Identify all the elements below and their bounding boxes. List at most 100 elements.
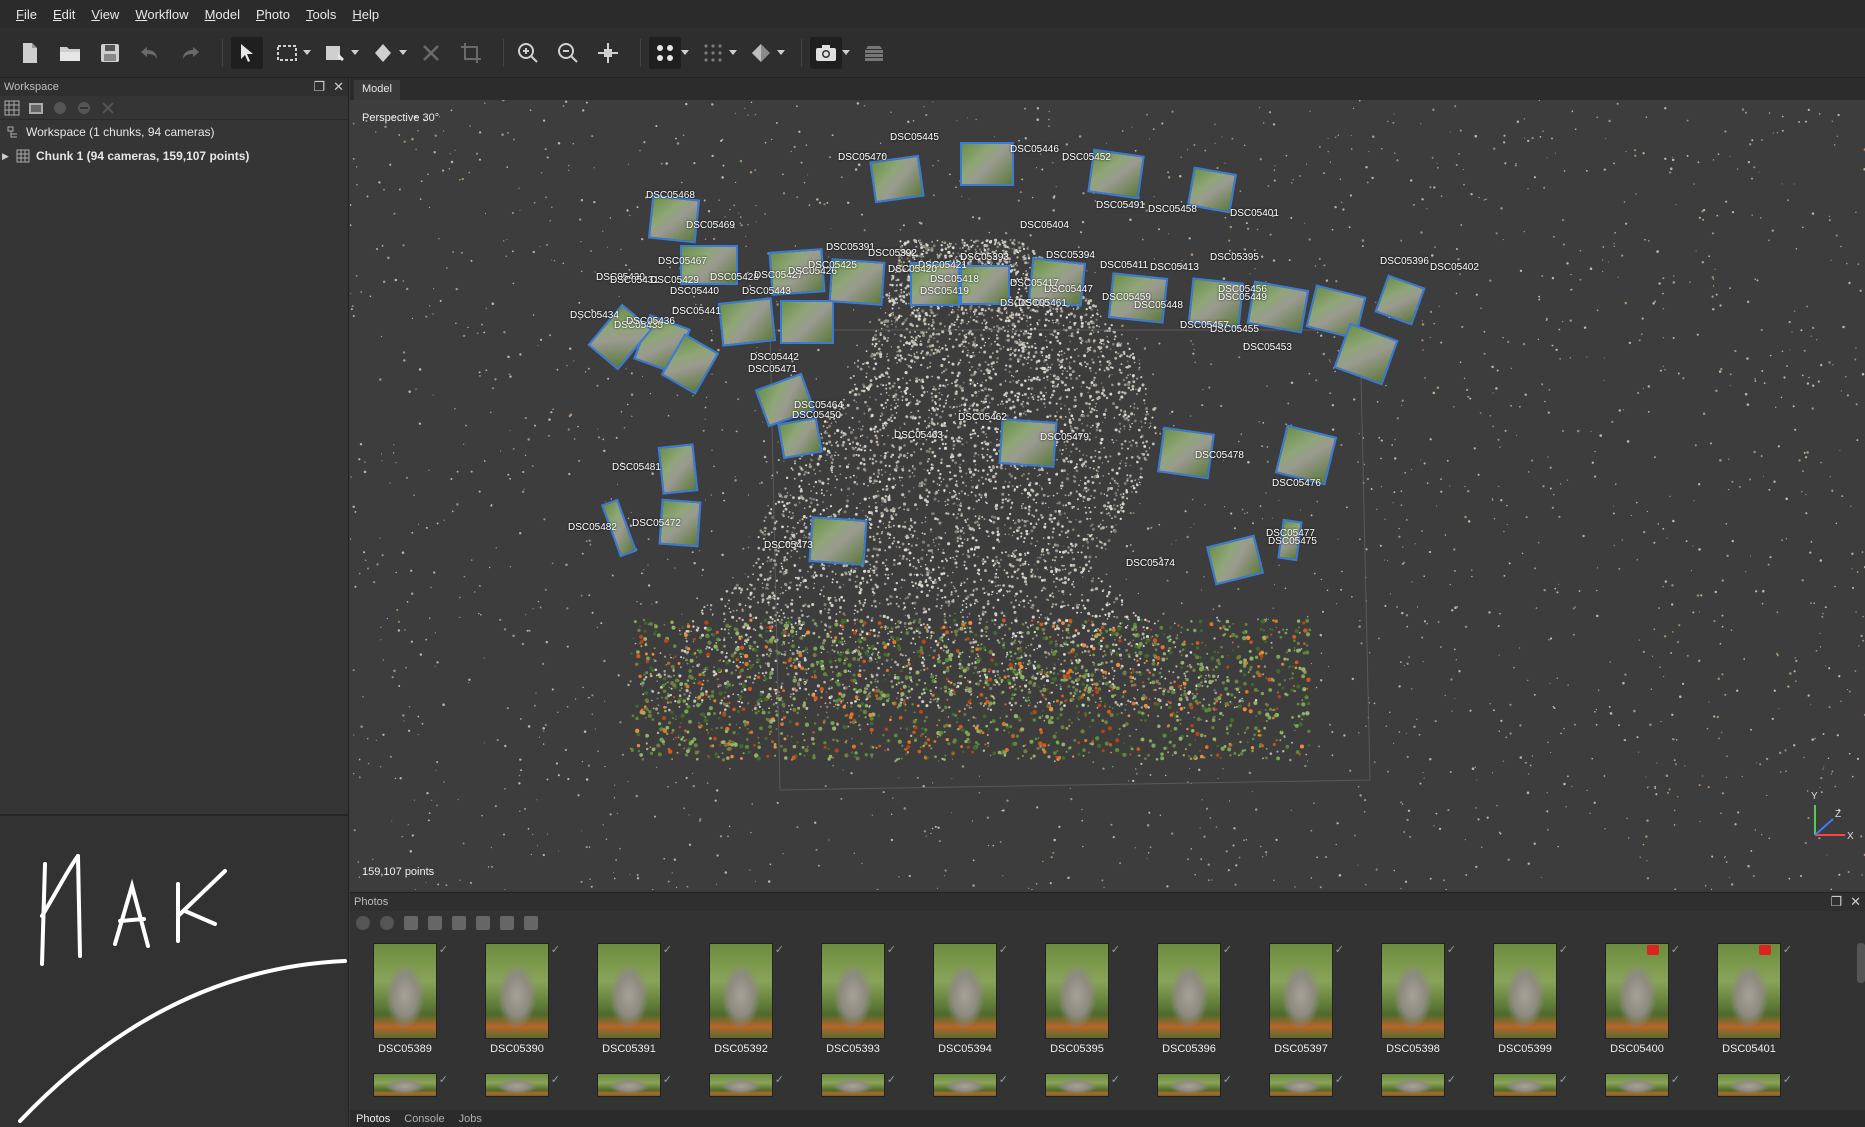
rotate-object-icon[interactable] [367,37,399,69]
camera-label[interactable]: DSC05482 [568,522,617,533]
camera-label[interactable]: DSC05462 [958,412,1007,423]
photo-thumbnail[interactable]: ✓ DSC05401 [1704,943,1794,1055]
menu-file[interactable]: File [16,7,37,22]
camera-label[interactable]: DSC05456 [1218,284,1267,295]
photo-thumbnail[interactable]: ✓ [808,1073,898,1097]
camera-label[interactable]: DSC05401 [1230,208,1279,219]
open-folder-icon[interactable] [54,37,86,69]
disable-icon[interactable] [76,100,92,116]
camera-label[interactable]: DSC05468 [646,190,695,201]
menu-edit[interactable]: Edit [53,7,75,22]
camera-label[interactable]: DSC05446 [1010,144,1059,155]
photo-thumbnail[interactable]: ✓ DSC05389 [360,943,450,1055]
photo-thumbnail[interactable]: ✓ [920,1073,1010,1097]
camera-label[interactable]: DSC05419 [920,286,969,297]
crop-icon[interactable] [455,37,487,69]
close-icon[interactable]: ✕ [1850,894,1861,910]
float-panel-icon[interactable]: ❐ [1830,894,1842,910]
camera-label[interactable]: DSC05404 [1020,220,1069,231]
photo-thumbnail[interactable]: ✓ [1144,1073,1234,1097]
camera-label[interactable]: DSC05425 [808,260,857,271]
select-arrow-icon[interactable] [231,36,263,69]
camera-label[interactable]: DSC05463 [894,430,943,441]
tab-console[interactable]: Console [404,1113,444,1125]
zoom-in-icon[interactable] [512,37,544,69]
camera-label[interactable]: DSC05471 [748,364,797,375]
camera-label[interactable]: DSC05450 [792,410,841,421]
zoom-out-icon[interactable] [552,37,584,69]
remove-icon[interactable] [100,100,116,116]
camera-frame[interactable] [777,416,823,460]
camera-label[interactable]: DSC05453 [1243,342,1292,353]
camera-label[interactable]: DSC05434 [570,310,619,321]
photo-thumbnail[interactable]: ✓ [1592,1073,1682,1097]
dense-cloud-dropdown[interactable] [729,37,737,69]
camera-label[interactable]: DSC05472 [632,518,681,529]
menu-tools[interactable]: Tools [306,7,336,22]
camera-dropdown[interactable] [842,37,850,69]
add-photos-icon[interactable] [28,100,44,116]
tiled-model-icon[interactable] [858,37,890,69]
rotate-right-icon[interactable] [452,916,466,930]
camera-label[interactable]: DSC05394 [1046,250,1095,261]
camera-label[interactable]: DSC05413 [1150,262,1199,273]
menu-view[interactable]: View [91,7,119,22]
photo-thumbnail[interactable]: ✓ DSC05393 [808,943,898,1055]
thumbnail-size-icon[interactable] [524,916,538,930]
redo-icon[interactable] [174,37,206,69]
camera-label[interactable]: DSC05418 [930,274,979,285]
camera-label[interactable]: DSC05402 [1430,262,1479,273]
photo-thumbnail[interactable]: ✓ [1032,1073,1122,1097]
photo-thumbnail[interactable]: ✓ DSC05394 [920,943,1010,1055]
delete-icon[interactable] [415,37,447,69]
photo-thumbnail[interactable]: ✓ DSC05400 [1592,943,1682,1055]
camera-label[interactable]: DSC05395 [1210,252,1259,263]
camera-label[interactable]: DSC05428 [710,272,759,283]
camera-label[interactable]: DSC05420 [888,264,937,275]
model-viewport[interactable]: Perspective 30° 159,107 points DSC05445 D… [350,100,1865,890]
photo-thumbnail[interactable]: ✓ DSC05395 [1032,943,1122,1055]
point-cloud-dropdown[interactable] [681,37,689,69]
photo-thumbnail[interactable]: ✓ [1256,1073,1346,1097]
camera-label[interactable]: DSC05393 [960,252,1009,263]
camera-label[interactable]: DSC05445 [890,132,939,143]
photo-thumbnail[interactable]: ✓ DSC05391 [584,943,674,1055]
camera-label[interactable]: DSC05476 [1272,478,1321,489]
camera-label[interactable]: DSC05436 [626,316,675,327]
camera-label[interactable]: DSC05441 [672,306,721,317]
photo-thumbnail[interactable]: ✓ [472,1073,562,1097]
camera-label[interactable]: DSC05440 [670,286,719,297]
model-shaded-icon[interactable] [745,37,777,69]
tab-jobs[interactable]: Jobs [459,1113,482,1125]
expand-arrow-icon[interactable]: ▶ [2,151,12,162]
menu-workflow[interactable]: Workflow [135,7,188,22]
photo-thumbnail[interactable]: ✓ DSC05396 [1144,943,1234,1055]
enable-icon[interactable] [52,100,68,116]
camera-label[interactable]: DSC05474 [1126,558,1175,569]
camera-label[interactable]: DSC05396 [1380,256,1429,267]
camera-label[interactable]: DSC05481 [612,462,661,473]
move-region-dropdown[interactable] [351,37,359,69]
point-cloud-icon[interactable] [649,36,681,69]
camera-label[interactable]: DSC05443 [742,286,791,297]
close-icon[interactable]: ✕ [333,79,344,95]
camera-frame[interactable] [808,516,868,566]
camera-icon[interactable] [810,36,842,69]
rect-select-icon[interactable] [271,37,303,69]
photos-scrollbar[interactable] [1857,943,1865,983]
float-panel-icon[interactable]: ❐ [313,79,325,95]
camera-label[interactable]: DSC05448 [1134,300,1183,311]
photo-thumbnail[interactable]: ✓ DSC05398 [1368,943,1458,1055]
photo-thumbnail[interactable]: ✓ DSC05392 [696,943,786,1055]
camera-label[interactable]: DSC05457 [1180,320,1229,331]
photo-thumbnail[interactable]: ✓ [584,1073,674,1097]
camera-label[interactable]: DSC05452 [1062,152,1111,163]
photo-thumbnail[interactable]: ✓ DSC05399 [1480,943,1570,1055]
photo-thumbnail[interactable]: ✓ DSC05397 [1256,943,1346,1055]
camera-label[interactable]: DSC05442 [750,352,799,363]
camera-label[interactable]: DSC05491 [1096,200,1145,211]
camera-label[interactable]: DSC05478 [1195,450,1244,461]
photo-thumbnail[interactable]: ✓ DSC05390 [472,943,562,1055]
camera-frame[interactable] [780,300,834,344]
photo-thumbnail[interactable]: ✓ [1704,1073,1794,1097]
